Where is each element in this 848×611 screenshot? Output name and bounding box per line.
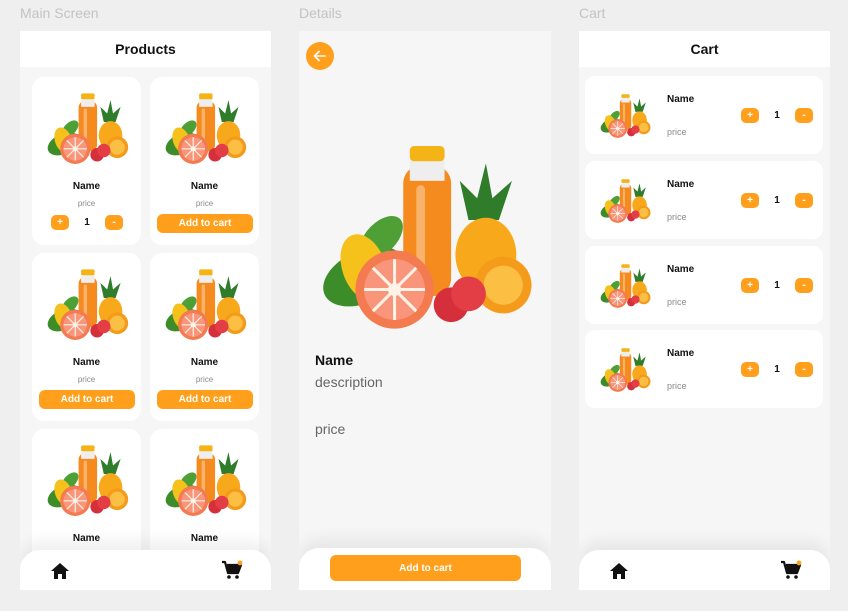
tab-bar: [20, 550, 271, 590]
product-price: price: [195, 375, 214, 384]
product-name: Name: [72, 357, 101, 368]
product-image: [163, 440, 247, 518]
product-name: Name: [190, 533, 219, 544]
main-screen-frame: Products Name price + 1 - Name price Add…: [20, 31, 271, 590]
product-price: price: [667, 212, 687, 222]
bottom-bar: Add to cart: [299, 548, 551, 590]
quantity-stepper: + 1 -: [741, 277, 813, 293]
increment-button[interactable]: +: [741, 107, 759, 123]
product-price: price: [77, 375, 96, 384]
add-to-cart-button[interactable]: Add to cart: [157, 390, 253, 409]
quantity-stepper: + 1 -: [741, 361, 813, 377]
product-name: Name: [190, 181, 219, 192]
page-title: Products: [20, 31, 271, 67]
product-image: [316, 133, 534, 333]
add-to-cart-button[interactable]: Add to cart: [330, 555, 521, 581]
product-price: price: [667, 381, 687, 391]
product-price: price: [667, 127, 687, 137]
product-price: price: [315, 421, 346, 437]
quantity-value: 1: [774, 363, 780, 375]
product-name: Name: [190, 357, 219, 368]
arrow-left-icon: [313, 50, 326, 62]
cart-icon[interactable]: [780, 560, 802, 580]
decrement-button[interactable]: -: [105, 214, 123, 230]
quantity-value: 1: [774, 109, 780, 121]
main-screen-label: Main Screen: [20, 5, 99, 21]
product-card[interactable]: Name price Add to cart: [150, 77, 259, 245]
cart-screen-label: Cart: [579, 5, 606, 21]
product-name: Name: [667, 179, 695, 190]
cart-item[interactable]: Name price + 1 -: [585, 76, 823, 154]
page-title: Cart: [579, 31, 830, 67]
product-card[interactable]: Name price Add to cart: [150, 253, 259, 421]
details-screen-frame: Name description price Add to cart: [299, 31, 551, 590]
home-icon[interactable]: [50, 562, 70, 580]
cart-item[interactable]: Name price + 1 -: [585, 330, 823, 408]
product-description: description: [315, 374, 383, 390]
quantity-stepper: + 1 -: [51, 214, 123, 230]
product-card[interactable]: Name price + 1 -: [32, 77, 141, 245]
add-to-cart-button[interactable]: Add to cart: [157, 214, 253, 233]
increment-button[interactable]: +: [51, 214, 69, 230]
product-image: [599, 175, 651, 225]
product-name: Name: [72, 181, 101, 192]
product-name: Name: [315, 352, 354, 368]
product-name: Name: [667, 348, 695, 359]
home-icon[interactable]: [609, 562, 629, 580]
product-image: [599, 90, 651, 140]
quantity-stepper: + 1 -: [741, 107, 813, 123]
quantity-value: 1: [774, 279, 780, 291]
back-button[interactable]: [306, 42, 334, 70]
product-name: Name: [72, 533, 101, 544]
product-image: [599, 344, 651, 394]
product-card[interactable]: Name price Add to cart: [32, 253, 141, 421]
product-image: [45, 440, 129, 518]
product-price: price: [195, 199, 214, 208]
product-name: Name: [667, 264, 695, 275]
tab-bar: [579, 550, 830, 590]
increment-button[interactable]: +: [741, 277, 759, 293]
quantity-stepper: + 1 -: [741, 192, 813, 208]
product-image: [163, 264, 247, 342]
product-image: [599, 260, 651, 310]
quantity-value: 1: [84, 216, 90, 228]
cart-item[interactable]: Name price + 1 -: [585, 246, 823, 324]
product-price: price: [667, 297, 687, 307]
product-name: Name: [667, 94, 695, 105]
product-price: price: [77, 199, 96, 208]
decrement-button[interactable]: -: [795, 107, 813, 123]
quantity-value: 1: [774, 194, 780, 206]
cart-item[interactable]: Name price + 1 -: [585, 161, 823, 239]
increment-button[interactable]: +: [741, 361, 759, 377]
increment-button[interactable]: +: [741, 192, 759, 208]
add-to-cart-button[interactable]: Add to cart: [39, 390, 135, 409]
cart-icon[interactable]: [221, 560, 243, 580]
cart-screen-frame: Cart Name price + 1 - Name price + 1 - N…: [579, 31, 830, 590]
decrement-button[interactable]: -: [795, 277, 813, 293]
details-screen-label: Details: [299, 5, 342, 21]
product-image: [45, 264, 129, 342]
product-image: [163, 88, 247, 166]
decrement-button[interactable]: -: [795, 192, 813, 208]
decrement-button[interactable]: -: [795, 361, 813, 377]
product-image: [45, 88, 129, 166]
